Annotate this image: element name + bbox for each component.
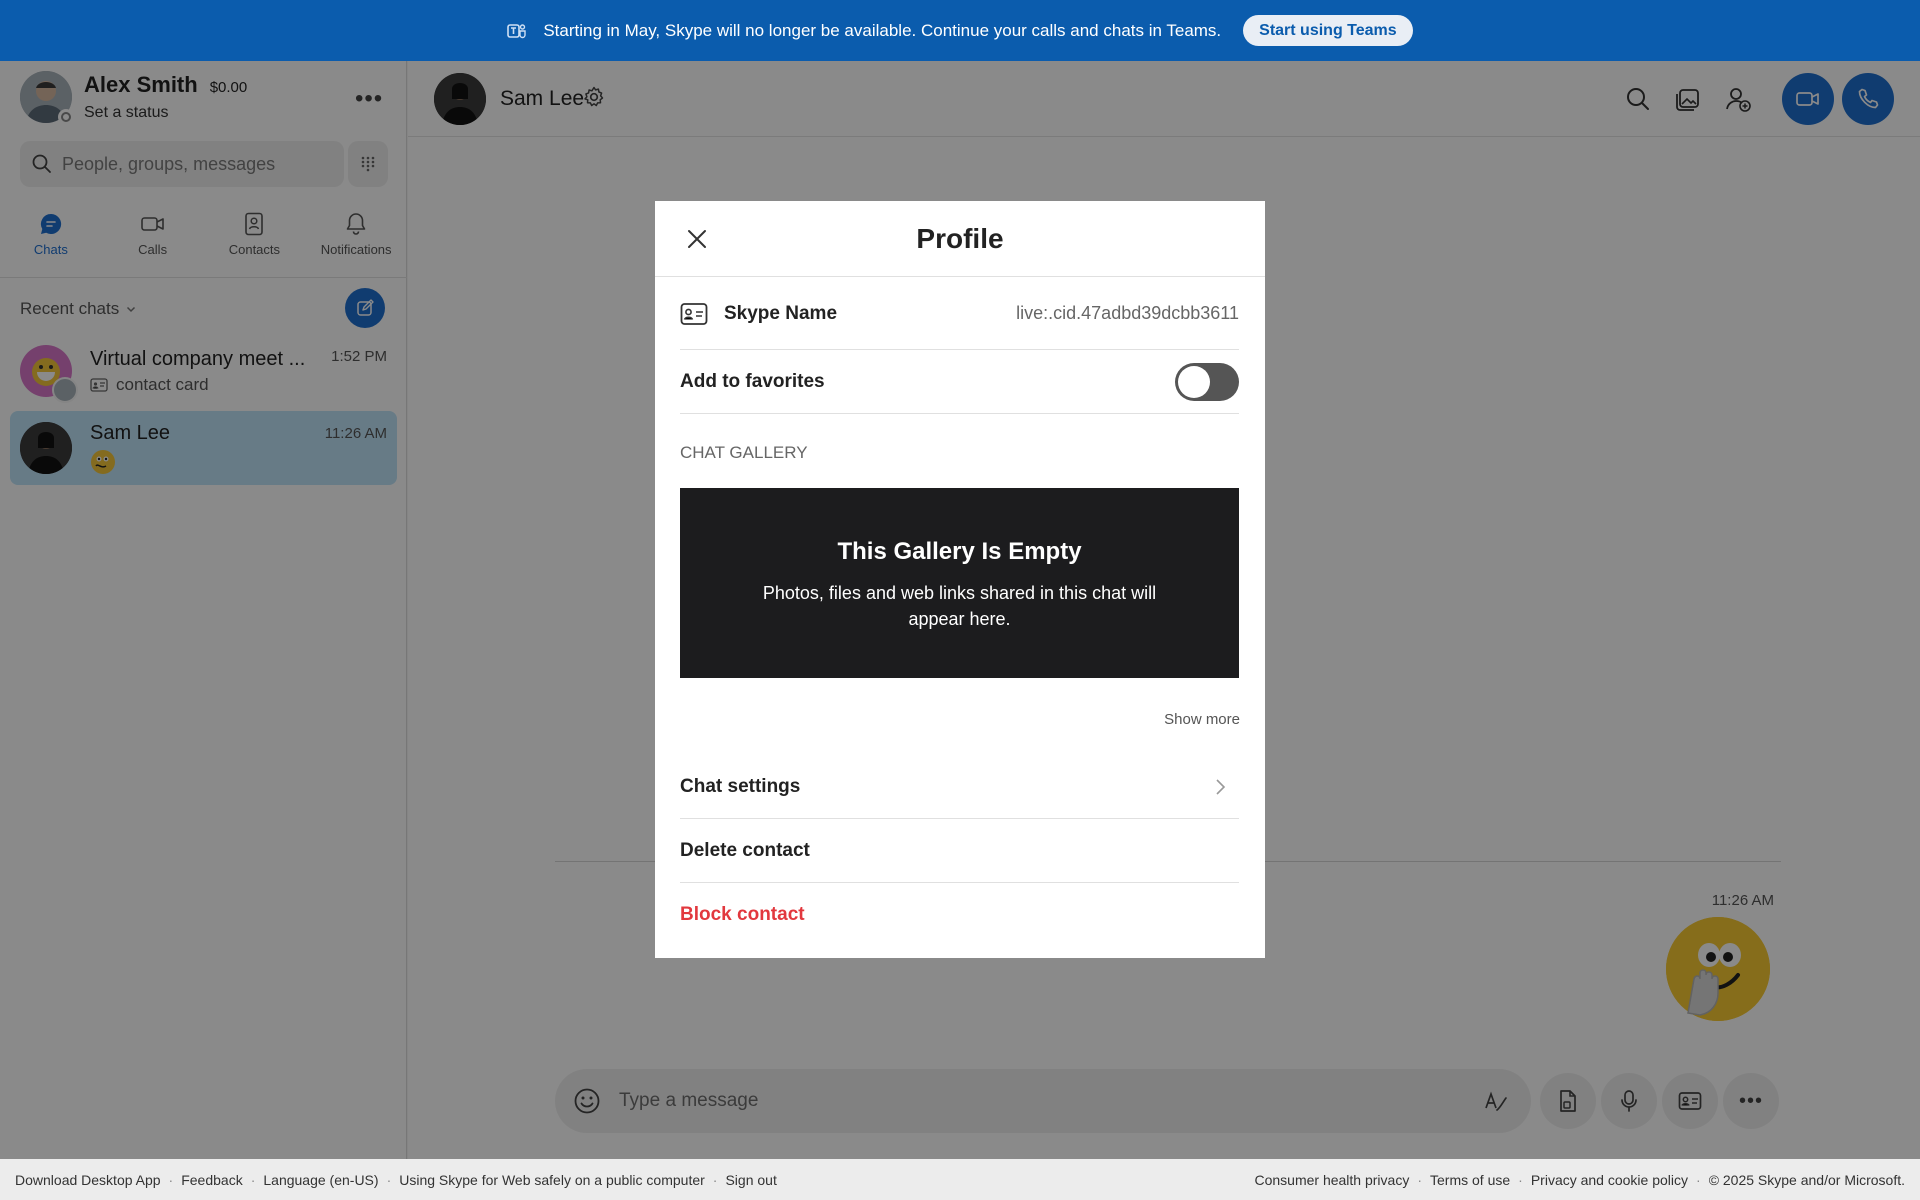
download-desktop-app-link[interactable]: Download Desktop App [15,1172,161,1188]
id-card-icon [680,302,708,325]
consumer-health-privacy-link[interactable]: Consumer health privacy [1254,1172,1409,1188]
start-using-teams-button[interactable]: Start using Teams [1243,15,1413,46]
footer: Download Desktop App · Feedback · Language… [0,1159,1920,1200]
show-more-link[interactable]: Show more [1164,711,1240,728]
teams-migration-banner: Starting in May, Skype will no longer be… [0,0,1920,61]
feedback-link[interactable]: Feedback [181,1172,242,1188]
gallery-empty-title: This Gallery Is Empty [837,538,1082,565]
teams-icon [507,21,527,41]
delete-contact-label: Delete contact [680,839,810,861]
add-to-favorites-label: Add to favorites [680,370,825,392]
chat-settings-label: Chat settings [680,775,801,797]
terms-of-use-link[interactable]: Terms of use [1430,1172,1510,1188]
chat-gallery-heading: CHAT GALLERY [680,443,808,462]
delete-contact-row[interactable]: Delete contact [680,819,1239,883]
chevron-right-icon [1216,778,1226,795]
favorites-toggle[interactable] [1175,362,1239,401]
profile-dialog-header: Profile [655,201,1265,277]
favorites-row: Add to favorites [680,350,1239,414]
dialog-title: Profile [916,223,1004,254]
skype-name-value: live:.cid.47adbd39dcbb3611 [1016,303,1239,323]
skype-name-label: Skype Name [724,302,838,324]
block-contact-label: Block contact [680,904,805,925]
chat-settings-row[interactable]: Chat settings [680,755,1239,819]
gallery-empty-body: Photos, files and web links shared in th… [762,583,1157,629]
sign-out-link[interactable]: Sign out [725,1172,776,1188]
banner-message: Starting in May, Skype will no longer be… [543,20,1222,40]
privacy-cookie-policy-link[interactable]: Privacy and cookie policy [1531,1172,1688,1188]
chat-gallery-empty-state: This Gallery Is Empty Photos, files and … [680,488,1239,678]
profile-dialog: Profile Skype Name live:.cid.47adbd39dcb… [655,201,1265,958]
toggle-knob [1178,365,1210,398]
skype-name-row: Skype Name live:.cid.47adbd39dcbb3611 [680,278,1239,350]
copyright-text: © 2025 Skype and/or Microsoft. [1708,1171,1905,1188]
language-link[interactable]: Language (en-US) [263,1172,378,1188]
public-computer-safety-link[interactable]: Using Skype for Web safely on a public c… [399,1172,705,1188]
block-contact-row[interactable]: Block contact [680,883,1239,947]
